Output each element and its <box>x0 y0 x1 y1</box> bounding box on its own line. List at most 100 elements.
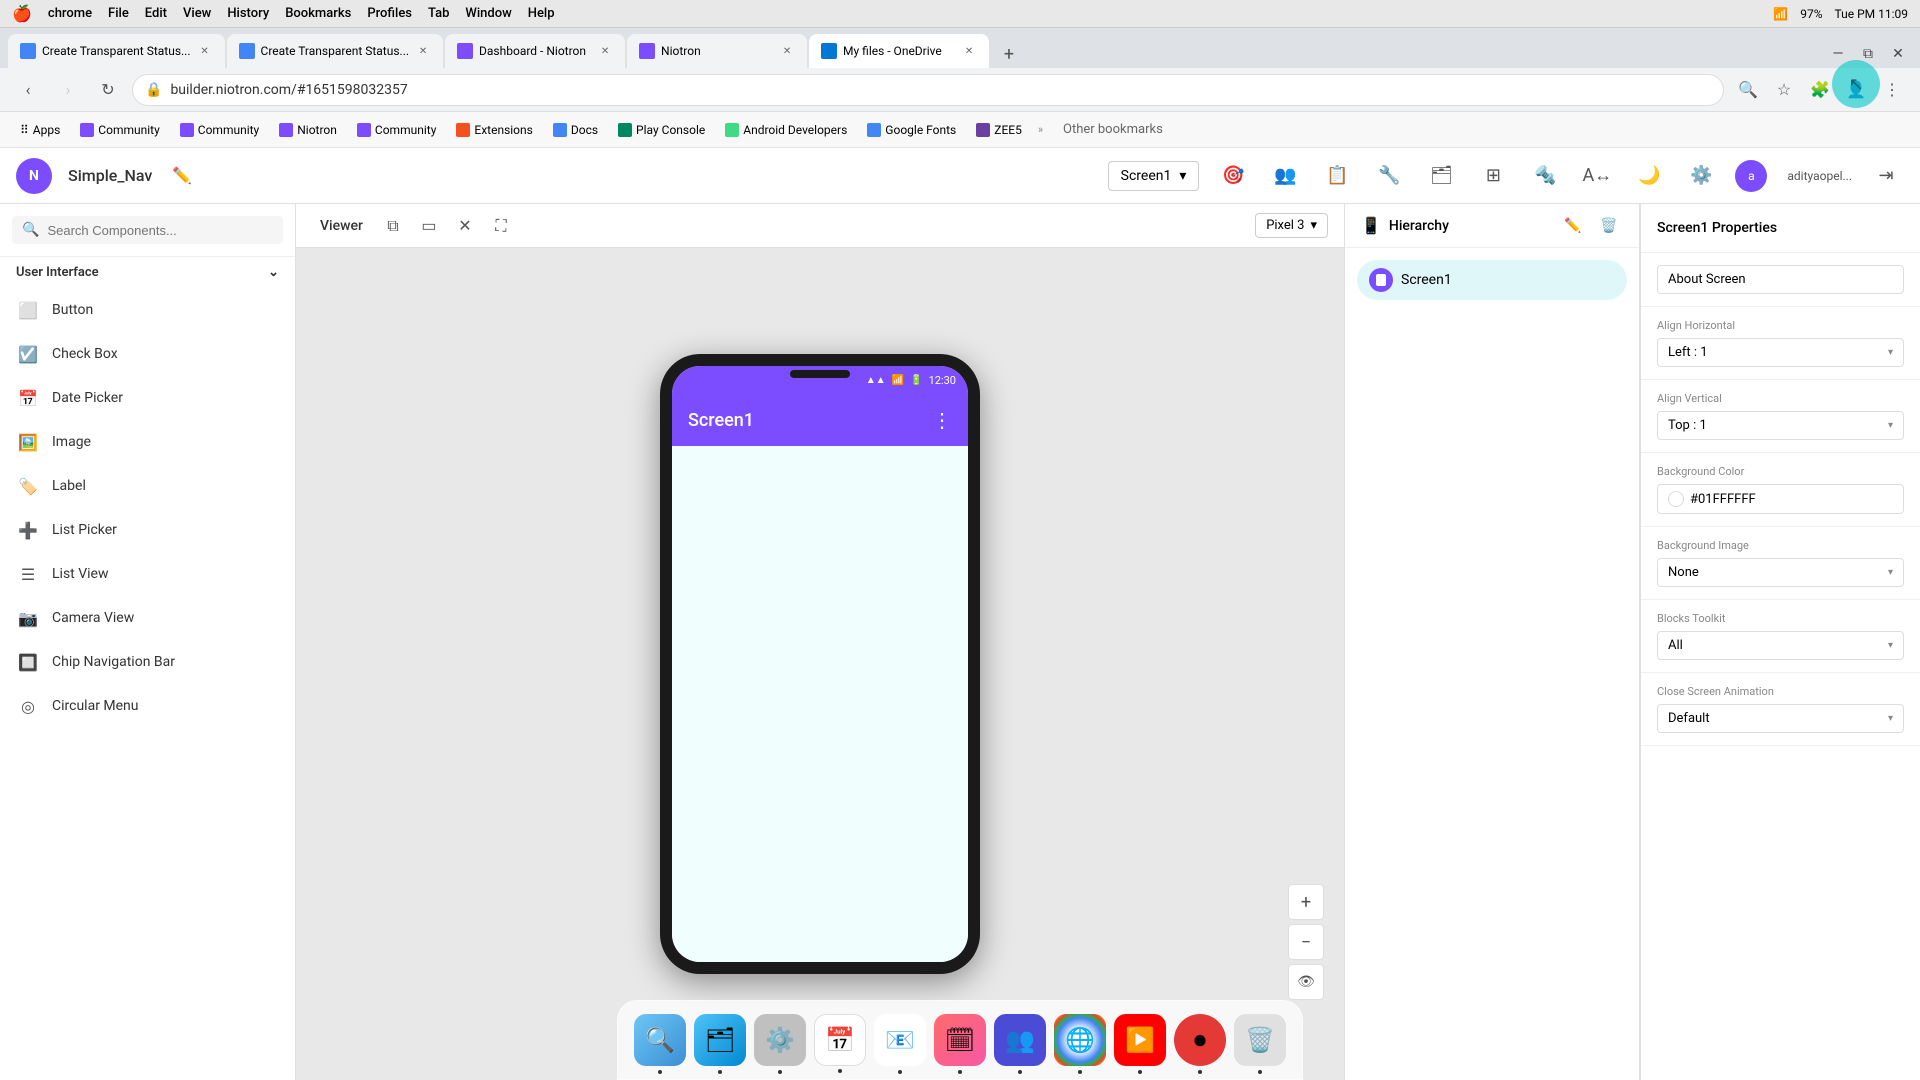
hierarchy-screen1-item[interactable]: Screen1 <box>1357 260 1627 300</box>
preview-icon[interactable]: ▭ <box>415 212 443 240</box>
bookmark-community1[interactable]: Community <box>72 119 167 141</box>
component-chipnav[interactable]: 🔲 Chip Navigation Bar <box>0 640 295 684</box>
component-datepicker[interactable]: 📅 Date Picker <box>0 376 295 420</box>
component-checkbox[interactable]: ☑️ Check Box <box>0 332 295 376</box>
browser-tab-5[interactable]: My files - OneDrive ✕ <box>809 34 989 68</box>
app-menu-chrome[interactable]: chrome <box>48 6 92 21</box>
layers-viewer-icon[interactable]: ⧉ <box>379 212 407 240</box>
tab3-close[interactable]: ✕ <box>597 43 613 59</box>
zoom-in-button[interactable]: + <box>1288 884 1324 920</box>
dock-teams[interactable]: 👥 <box>994 1014 1046 1066</box>
expand-icon[interactable]: ⛶ <box>487 212 515 240</box>
dock-settings[interactable]: ⚙️ <box>754 1014 806 1066</box>
bookmark-android-dev[interactable]: Android Developers <box>717 119 855 141</box>
browser-tab-4[interactable]: Niotron ✕ <box>627 34 807 68</box>
tab1-close[interactable]: ✕ <box>197 43 213 59</box>
file-menu[interactable]: File <box>108 6 129 21</box>
dock-record[interactable]: ⏺ <box>1174 1014 1226 1066</box>
tab-menu[interactable]: Tab <box>428 6 449 21</box>
component-cameraview[interactable]: 📷 Camera View <box>0 596 295 640</box>
bookmarks-overflow[interactable]: » <box>1038 123 1043 136</box>
zoom-hide-button[interactable]: 👁 <box>1288 964 1324 1000</box>
bookmark-extensions[interactable]: Extensions <box>448 119 540 141</box>
close-window-button[interactable]: ✕ <box>1884 40 1912 68</box>
dock-launchpad[interactable]: 🗓 <box>934 1014 986 1066</box>
settings-icon[interactable]: ⚙️ <box>1683 158 1719 194</box>
browser-tab-3[interactable]: Dashboard - Niotron ✕ <box>445 34 625 68</box>
view-menu[interactable]: View <box>183 6 211 21</box>
component-circularmenu[interactable]: ◎ Circular Menu <box>0 684 295 728</box>
bookmark-play-console[interactable]: Play Console <box>610 119 713 141</box>
more-icon[interactable]: ⋮ <box>1876 74 1908 106</box>
dock-calendar[interactable]: 📅 <box>814 1014 866 1066</box>
bookmark-google-fonts[interactable]: Google Fonts <box>859 119 964 141</box>
dark-mode-icon[interactable]: 🌙 <box>1631 158 1667 194</box>
close-screen-animation-dropdown[interactable]: Default ▾ <box>1657 704 1904 733</box>
forward-button[interactable]: › <box>52 74 84 106</box>
dock-gmail[interactable]: 📧 <box>874 1014 926 1066</box>
star-icon[interactable]: ☆ <box>1768 74 1800 106</box>
dock-youtube[interactable]: ▶️ <box>1114 1014 1166 1066</box>
dock-finder[interactable]: 🔍 <box>634 1014 686 1066</box>
zoom-out-button[interactable]: − <box>1288 924 1324 960</box>
user-avatar[interactable]: a <box>1735 160 1767 192</box>
ui-section-collapse-icon[interactable]: ⌄ <box>268 265 279 280</box>
dock-chrome[interactable]: 🌐 <box>1054 1014 1106 1066</box>
bookmark-docs[interactable]: Docs <box>545 119 606 141</box>
search-icon[interactable]: 🔍 <box>1732 74 1764 106</box>
about-screen-value[interactable]: About Screen <box>1657 265 1904 294</box>
target-icon[interactable]: 🎯 <box>1215 158 1251 194</box>
component-listview[interactable]: ☰ List View <box>0 552 295 596</box>
translate-icon[interactable]: A↔ <box>1579 158 1615 194</box>
align-vertical-dropdown[interactable]: Top : 1 ▾ <box>1657 411 1904 440</box>
phone-more-icon[interactable]: ⋮ <box>932 408 952 432</box>
history-menu[interactable]: History <box>227 6 269 21</box>
bookmark-community2[interactable]: Community <box>172 119 267 141</box>
new-tab-button[interactable]: + <box>995 40 1023 68</box>
wrench-icon[interactable]: 🔩 <box>1527 158 1563 194</box>
clipboard-icon[interactable]: 📋 <box>1319 158 1355 194</box>
component-listpicker[interactable]: ➕ List Picker <box>0 508 295 552</box>
tab5-close[interactable]: ✕ <box>961 43 977 59</box>
profiles-menu[interactable]: Profiles <box>367 6 412 21</box>
close-viewer-icon[interactable]: ✕ <box>451 212 479 240</box>
component-image[interactable]: 🖼️ Image <box>0 420 295 464</box>
background-color-picker[interactable]: #01FFFFFF <box>1657 484 1904 514</box>
extensions-icon[interactable]: 🧩 <box>1804 74 1836 106</box>
tab2-close[interactable]: ✕ <box>415 43 431 59</box>
layers-icon[interactable]: 🗂 <box>1423 158 1459 194</box>
tab4-close[interactable]: ✕ <box>779 43 795 59</box>
dock-files[interactable]: 🗂 <box>694 1014 746 1066</box>
help-menu[interactable]: Help <box>528 6 555 21</box>
bookmark-other[interactable]: Other bookmarks <box>1055 118 1171 141</box>
grid-icon[interactable]: ⊞ <box>1475 158 1511 194</box>
browser-tab-2[interactable]: Create Transparent Status... ✕ <box>227 34 444 68</box>
project-name-edit-icon[interactable]: ✏️ <box>172 166 192 185</box>
bookmark-niotron[interactable]: Niotron <box>271 119 345 141</box>
logout-icon[interactable]: ⇥ <box>1868 158 1904 194</box>
hierarchy-edit-icon[interactable]: ✏️ <box>1559 212 1587 240</box>
edit-menu[interactable]: Edit <box>145 6 167 21</box>
align-horizontal-dropdown[interactable]: Left : 1 ▾ <box>1657 338 1904 367</box>
browser-tab-1[interactable]: Create Transparent Status... ✕ <box>8 34 225 68</box>
apple-menu[interactable]: 🍎 <box>12 4 32 23</box>
component-label[interactable]: 🏷️ Label <box>0 464 295 508</box>
screen-selector[interactable]: Screen1 ▾ <box>1108 161 1200 191</box>
component-button[interactable]: ⬜ Button <box>0 288 295 332</box>
tools-icon[interactable]: 🔧 <box>1371 158 1407 194</box>
bookmark-apps[interactable]: ⠿ Apps <box>12 119 68 141</box>
address-bar[interactable]: 🔒 builder.niotron.com/#1651598032357 <box>132 74 1724 106</box>
hierarchy-delete-icon[interactable]: 🗑️ <box>1595 212 1623 240</box>
device-selector[interactable]: Pixel 3 ▾ <box>1255 213 1328 238</box>
ui-section-header[interactable]: User Interface ⌄ <box>0 257 295 288</box>
blocks-toolkit-dropdown[interactable]: All ▾ <box>1657 631 1904 660</box>
dock-trash[interactable]: 🗑️ <box>1234 1014 1286 1066</box>
reload-button[interactable]: ↻ <box>92 74 124 106</box>
people-icon[interactable]: 👥 <box>1267 158 1303 194</box>
search-components-input[interactable] <box>47 223 273 238</box>
back-button[interactable]: ‹ <box>12 74 44 106</box>
background-image-dropdown[interactable]: None ▾ <box>1657 558 1904 587</box>
window-menu[interactable]: Window <box>465 6 511 21</box>
bookmarks-menu[interactable]: Bookmarks <box>285 6 351 21</box>
bookmark-community3[interactable]: Community <box>349 119 444 141</box>
